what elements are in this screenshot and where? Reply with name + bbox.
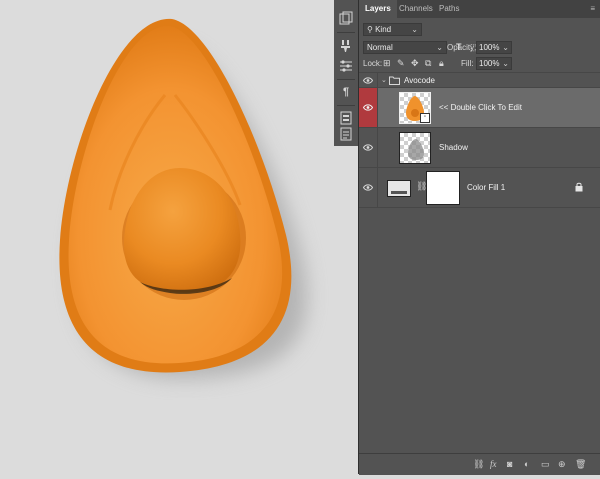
layer-name: Color Fill 1 <box>467 183 506 192</box>
adjustments-icon[interactable] <box>336 56 356 76</box>
layer-row-smart-object[interactable]: ▫ << Double Click To Edit <box>359 88 600 128</box>
tab-channels[interactable]: Channels <box>393 0 439 18</box>
blend-mode-select[interactable]: Normal ⌄ <box>363 41 447 54</box>
lock-pixels-icon[interactable]: ✎ <box>397 58 405 69</box>
brush-settings-icon[interactable] <box>336 36 356 56</box>
chevron-down-icon: ⌄ <box>436 43 443 52</box>
layer-filter-row: ⚲ Kind ⌄ ▣ ◐ T ⬚ ▤ ● <box>359 18 600 52</box>
lock-icon <box>575 182 583 192</box>
chevron-down-icon[interactable]: ⌄ <box>381 76 387 84</box>
lock-position-icon[interactable]: ✥ <box>411 58 419 69</box>
layers-panel-footer: ⛓︎ fx ◙ ◐ ▭ ⊕ 🗑︎ <box>359 453 600 475</box>
paragraph-icon[interactable]: ¶ <box>336 82 356 102</box>
avocado-artwork <box>59 18 307 379</box>
chevron-down-icon: ⌄ <box>411 25 418 34</box>
blend-mode-value: Normal <box>367 43 393 52</box>
search-icon: ⚲ <box>367 25 373 34</box>
new-group-icon[interactable]: ▭ <box>541 459 550 469</box>
tab-paths[interactable]: Paths <box>433 0 465 18</box>
fill-color-thumbnail[interactable] <box>387 180 411 197</box>
visibility-eye-icon[interactable] <box>359 128 378 167</box>
layer-row-shadow[interactable]: Shadow <box>359 128 600 168</box>
lock-all-icon[interactable]: 🔒︎ <box>439 58 444 69</box>
filter-kind-select[interactable]: ⚲ Kind ⌄ <box>363 23 422 36</box>
adjustment-layer-icon[interactable]: ◐ <box>524 459 529 469</box>
opacity-value: 100% <box>479 43 500 52</box>
layer-row-color-fill[interactable]: ⛓︎ Color Fill 1 <box>359 168 600 208</box>
fill-input[interactable]: 100% ⌄ <box>476 57 512 70</box>
opacity-input[interactable]: 100% ⌄ <box>476 41 512 54</box>
toolbar-divider <box>337 105 355 106</box>
fx-icon[interactable]: fx <box>490 459 497 469</box>
properties-icon[interactable] <box>336 124 356 144</box>
toolbar-divider <box>337 32 355 33</box>
filter-kind-value: Kind <box>375 25 392 34</box>
collapsed-panels-toolbar: ¶ <box>334 0 359 146</box>
tab-layers[interactable]: Layers <box>359 0 397 18</box>
opacity-label: Opacity: <box>447 43 477 52</box>
layer-name: Avocode <box>404 76 435 85</box>
delete-icon[interactable]: 🗑︎ <box>575 459 586 469</box>
chevron-down-icon: ⌄ <box>502 43 509 52</box>
folder-icon <box>389 76 400 85</box>
lock-label: Lock: <box>363 59 383 68</box>
document-canvas[interactable] <box>0 0 334 474</box>
layer-thumbnail[interactable] <box>399 132 431 164</box>
visibility-eye-icon[interactable] <box>359 73 378 87</box>
smart-object-badge-icon: ▫ <box>420 113 430 123</box>
fill-label: Fill: <box>461 59 474 68</box>
panel-tabs: Layers Channels Paths ≡ <box>359 0 600 18</box>
layer-mask-icon[interactable]: ◙ <box>507 459 512 469</box>
lock-artboard-icon[interactable]: ⧉ <box>425 58 431 69</box>
layer-row-avocode-group[interactable]: ⌄ Avocode <box>359 72 600 88</box>
chevron-down-icon: ⌄ <box>502 59 509 68</box>
layers-panel: Layers Channels Paths ≡ ⚲ Kind ⌄ ▣ ◐ T ⬚… <box>358 0 600 475</box>
layer-mask-thumbnail[interactable] <box>426 171 460 205</box>
link-layers-icon[interactable]: ⛓︎ <box>473 459 484 469</box>
visibility-eye-icon[interactable] <box>359 168 378 207</box>
layer-thumbnail[interactable]: ▫ <box>399 92 431 124</box>
canvas-edge <box>334 146 358 474</box>
fill-value: 100% <box>479 59 500 68</box>
layer-name: << Double Click To Edit <box>439 103 523 112</box>
new-layer-icon[interactable]: ⊕ <box>558 459 566 469</box>
visibility-eye-icon[interactable] <box>359 88 378 127</box>
history-icon[interactable] <box>336 8 356 28</box>
lock-transparency-icon[interactable]: ⊞ <box>383 58 391 69</box>
lock-fill-row: Lock: ⊞ ✎ ✥ ⧉ 🔒︎ Fill: 100% ⌄ <box>359 56 600 70</box>
layer-name: Shadow <box>439 143 468 152</box>
toolbar-divider <box>337 79 355 80</box>
blend-opacity-row: Normal ⌄ Opacity: 100% ⌄ <box>359 40 600 54</box>
panel-menu-icon[interactable]: ≡ <box>590 4 595 13</box>
